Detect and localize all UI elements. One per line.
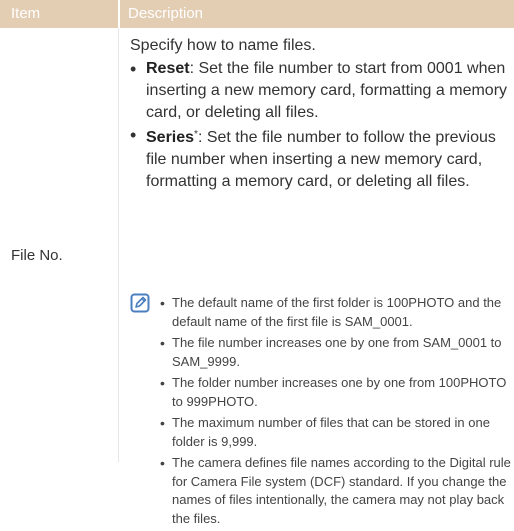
note-item: The file number increases one by one fro… [160,334,512,371]
settings-table: Item Description File No. Specify how to… [0,0,514,526]
note-item: The camera defines file names according … [160,454,512,528]
header-divider [118,0,120,28]
note-item: The default name of the first folder is … [160,294,512,331]
option-text: : Set the file number to follow the prev… [146,129,496,190]
header-item: Item [11,5,41,22]
option-name: Reset [146,60,190,77]
note-item: The maximum number of files that can be … [160,414,512,451]
table-header: Item Description [0,0,514,28]
note-pencil-icon [130,293,150,313]
note-list: The default name of the first folder is … [160,294,512,531]
note-item: The folder number increases one by one f… [160,374,512,411]
column-divider [118,28,119,462]
option-name: Series [146,129,195,146]
row-description: Specify how to name files. Reset: Set th… [130,36,510,193]
option-reset: Reset: Set the file number to start from… [130,58,510,124]
row-item-label: File No. [11,247,63,264]
option-series: Series*: Set the file number to follow t… [130,124,510,193]
header-description: Description [128,5,204,22]
description-intro: Specify how to name files. [130,37,316,54]
option-text: : Set the file number to start from 0001… [146,60,508,121]
